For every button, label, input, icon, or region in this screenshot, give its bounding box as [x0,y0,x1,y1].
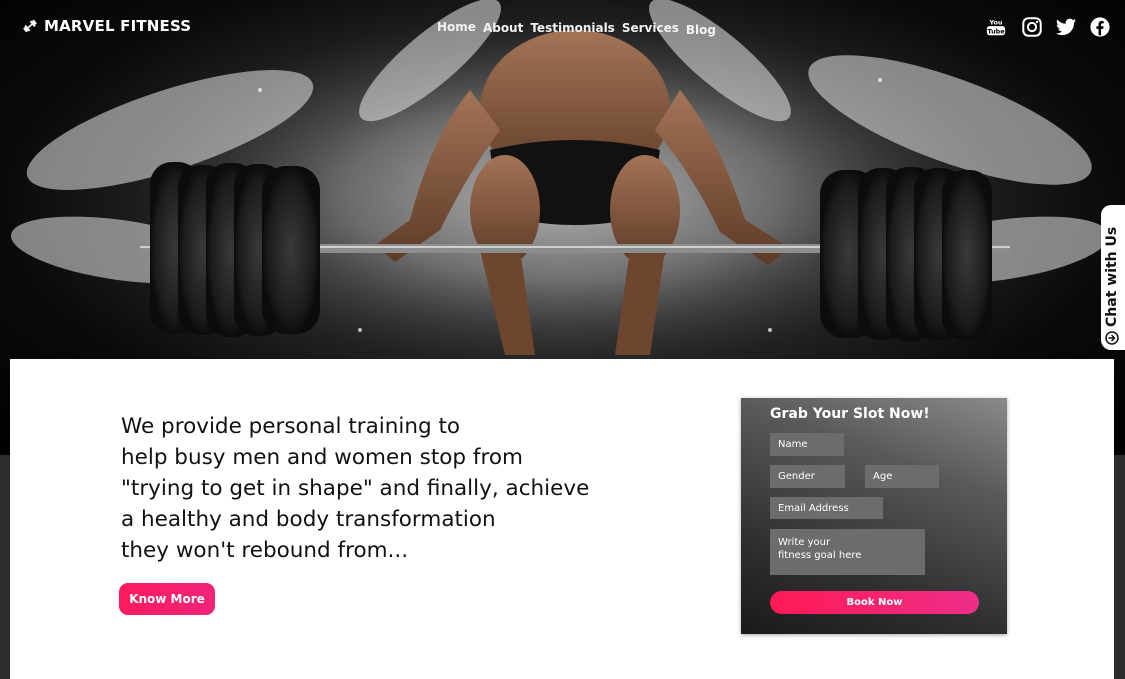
chat-label: Chat with Us [1104,226,1120,327]
name-field[interactable] [770,433,844,456]
svg-text:You: You [988,18,1002,26]
youtube-icon[interactable]: You Tube [983,16,1009,38]
nav-home[interactable]: Home [437,20,476,37]
pitch-headline: We provide personal training to help bus… [121,411,661,566]
dumbbell-icon [23,19,37,33]
fitness-goal-field[interactable] [770,529,925,575]
know-more-button[interactable]: Know More [119,583,215,615]
intro-card: We provide personal training to help bus… [10,359,1114,679]
gender-field[interactable] [770,465,845,488]
pitch-line: help busy men and women stop from [121,445,523,470]
brand-logo[interactable]: MARVEL FITNESS [22,17,191,35]
nav-blog[interactable]: Blog [686,23,716,37]
instagram-icon[interactable] [1021,16,1043,38]
main-nav: Home About Testimonials Services Blog [437,20,716,37]
pitch-line: a healthy and body transformation [121,507,496,532]
email-field[interactable] [770,497,883,519]
age-field[interactable] [865,465,939,488]
social-links: You Tube [983,16,1111,38]
chat-with-us-tab[interactable]: Chat with Us [1101,205,1125,350]
brand-name: MARVEL FITNESS [44,17,192,35]
pitch-line: they won't rebound from... [121,538,409,563]
chat-tab-content: Chat with Us [1104,227,1120,345]
nav-testimonials[interactable]: Testimonials [530,21,614,37]
landing-page: MARVEL FITNESS Home About Testimonials S… [0,0,1125,679]
nav-services[interactable]: Services [622,21,679,37]
twitter-icon[interactable] [1055,16,1077,38]
pitch-line: "trying to get in shape" and finally, ac… [121,476,590,501]
booking-form: Grab Your Slot Now! Book Now [741,398,1007,634]
facebook-icon[interactable] [1089,16,1111,38]
arrow-circle-icon [1105,331,1119,345]
form-title: Grab Your Slot Now! [770,406,930,422]
nav-about[interactable]: About [483,21,523,37]
pitch-line: We provide personal training to [121,414,461,439]
book-now-button[interactable]: Book Now [770,591,979,614]
svg-text:Tube: Tube [987,27,1005,35]
